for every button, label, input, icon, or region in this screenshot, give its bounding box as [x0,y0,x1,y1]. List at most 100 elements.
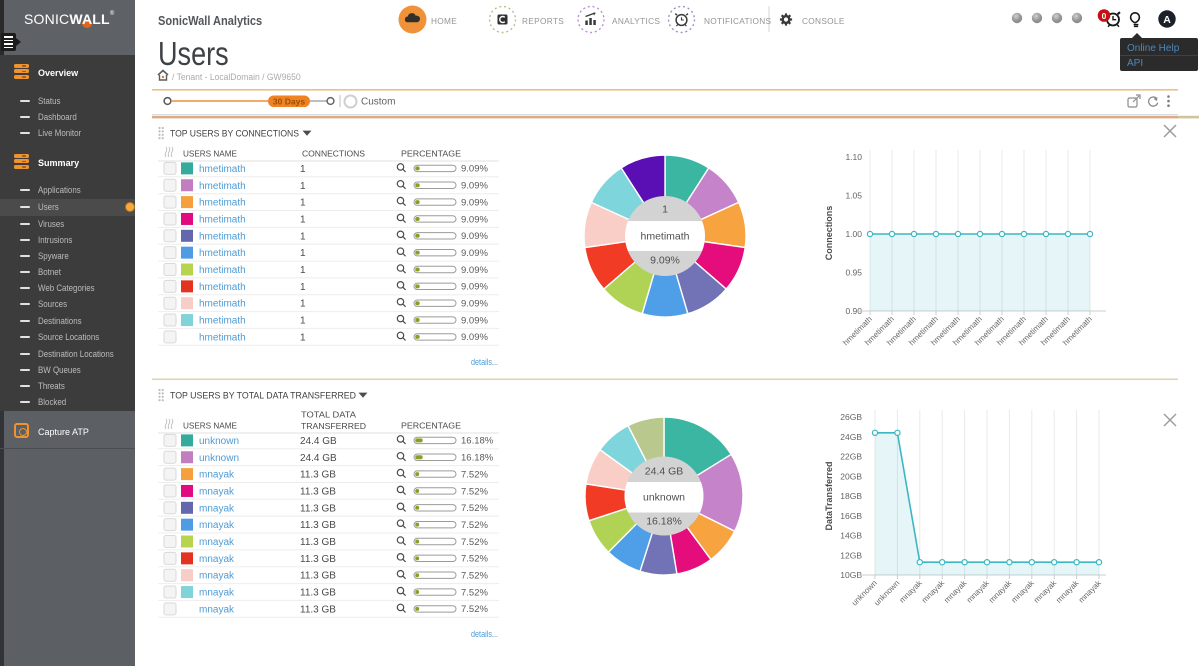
svg-text:9.09%: 9.09% [461,299,488,310]
svg-text:mnayak: mnayak [199,571,235,582]
svg-text:16.18%: 16.18% [461,436,494,447]
svg-text:11.3 GB: 11.3 GB [300,486,336,497]
svg-text:11.3 GB: 11.3 GB [300,537,336,548]
svg-text:hmetimath: hmetimath [199,332,246,343]
svg-text:details...: details... [471,629,498,640]
svg-text:mnayak: mnayak [199,537,235,548]
svg-text:1.10: 1.10 [845,152,862,162]
svg-text:1: 1 [300,316,306,327]
svg-text:7.52%: 7.52% [461,537,488,548]
svg-text:11.3 GB: 11.3 GB [300,470,336,481]
svg-text:hmetimath: hmetimath [199,214,246,225]
svg-text:hmetimath: hmetimath [199,198,246,209]
svg-text:0.95: 0.95 [845,268,862,278]
svg-text:7.52%: 7.52% [461,554,488,565]
svg-text:11.3 GB: 11.3 GB [300,588,336,599]
svg-text:mnayak: mnayak [199,470,235,481]
svg-text:22GB: 22GB [840,452,862,462]
svg-text:24.4 GB: 24.4 GB [300,436,337,447]
svg-text:TOTAL DATA: TOTAL DATA [301,409,356,419]
svg-text:9.09%: 9.09% [461,197,488,208]
svg-text:11.3 GB: 11.3 GB [300,520,336,531]
svg-text:1: 1 [300,299,306,310]
svg-text:1: 1 [300,332,306,343]
svg-text:hmetimath: hmetimath [199,164,246,175]
svg-text:mnayak: mnayak [1032,578,1059,605]
svg-text:12GB: 12GB [840,550,862,560]
svg-text:mnayak: mnayak [1077,578,1104,605]
svg-text:details...: details... [471,357,498,368]
svg-text:1: 1 [300,164,306,175]
svg-text:11.3 GB: 11.3 GB [300,554,336,565]
svg-text:mnayak: mnayak [987,578,1014,605]
svg-text:0: 0 [1102,11,1107,21]
svg-text:hmetimath: hmetimath [199,282,246,293]
svg-text:11.3 GB: 11.3 GB [300,503,336,514]
svg-text:Custom: Custom [361,97,395,108]
svg-text:7.52%: 7.52% [461,604,488,615]
svg-text:mnayak: mnayak [920,578,947,605]
svg-text:7.52%: 7.52% [461,486,488,497]
svg-text:1: 1 [662,204,668,216]
svg-text:7.52%: 7.52% [461,503,488,514]
svg-text:7.52%: 7.52% [461,571,488,582]
svg-text:TRANSFERRED: TRANSFERRED [301,421,366,431]
svg-text:hmetimath: hmetimath [199,181,246,192]
svg-text:24.4 GB: 24.4 GB [300,453,337,464]
svg-text:9.09%: 9.09% [650,255,680,267]
svg-text:DataTransferred: DataTransferred [824,461,834,530]
svg-text:PERCENTAGE: PERCENTAGE [401,149,461,159]
svg-text:1: 1 [300,248,306,259]
svg-text:1: 1 [300,265,306,276]
svg-text:TOP USERS BY CONNECTIONS: TOP USERS BY CONNECTIONS [170,128,299,138]
svg-text:USERS NAME: USERS NAME [183,421,237,431]
svg-text:16.18%: 16.18% [646,516,682,528]
svg-text:1: 1 [300,282,306,293]
svg-text:14GB: 14GB [840,531,862,541]
svg-text:9.09%: 9.09% [461,282,488,293]
svg-text:hmetimath: hmetimath [199,299,246,310]
svg-text:hmetimath: hmetimath [199,265,246,276]
svg-text:7.52%: 7.52% [461,520,488,531]
svg-text:hmetimath: hmetimath [199,248,246,259]
svg-text:9.09%: 9.09% [461,181,488,192]
svg-text:16.18%: 16.18% [461,453,494,464]
svg-text:TOP USERS BY TOTAL DATA TRANSF: TOP USERS BY TOTAL DATA TRANSFERRED [170,390,356,400]
svg-text:mnayak: mnayak [199,520,235,531]
svg-text:11.3 GB: 11.3 GB [300,571,336,582]
svg-text:hmetimath: hmetimath [199,231,246,242]
svg-text:USERS NAME: USERS NAME [183,149,237,159]
svg-text:9.09%: 9.09% [461,265,488,276]
svg-text:1: 1 [300,198,306,209]
svg-text:unknown: unknown [643,492,685,504]
svg-text:mnayak: mnayak [199,604,235,615]
svg-text:mnayak: mnayak [1054,578,1081,605]
svg-text:unknown: unknown [199,436,239,447]
svg-text:1.00: 1.00 [845,229,862,239]
svg-text:24GB: 24GB [840,432,862,442]
svg-text:9.09%: 9.09% [461,315,488,326]
svg-text:hmetimath: hmetimath [199,316,246,327]
svg-text:24.4 GB: 24.4 GB [645,466,684,478]
svg-text:1.05: 1.05 [845,191,862,201]
svg-text:9.09%: 9.09% [461,332,488,343]
svg-text:mnayak: mnayak [199,554,235,565]
svg-text:mnayak: mnayak [199,486,235,497]
svg-text:18GB: 18GB [840,491,862,501]
svg-text:9.09%: 9.09% [461,164,488,175]
svg-text:mnayak: mnayak [1010,578,1037,605]
svg-text:7.52%: 7.52% [461,587,488,598]
svg-text:CONNECTIONS: CONNECTIONS [302,149,365,159]
svg-text:9.09%: 9.09% [461,248,488,259]
svg-text:mnayak: mnayak [898,578,925,605]
svg-text:9.09%: 9.09% [461,214,488,225]
svg-text:mnayak: mnayak [199,503,235,514]
svg-text:1: 1 [300,181,306,192]
svg-text:11.3 GB: 11.3 GB [300,604,336,615]
svg-text:mnayak: mnayak [942,578,969,605]
svg-text:mnayak: mnayak [199,588,235,599]
svg-text:20GB: 20GB [840,471,862,481]
svg-text:mnayak: mnayak [965,578,992,605]
svg-text:9.09%: 9.09% [461,231,488,242]
svg-text:26GB: 26GB [840,412,862,422]
